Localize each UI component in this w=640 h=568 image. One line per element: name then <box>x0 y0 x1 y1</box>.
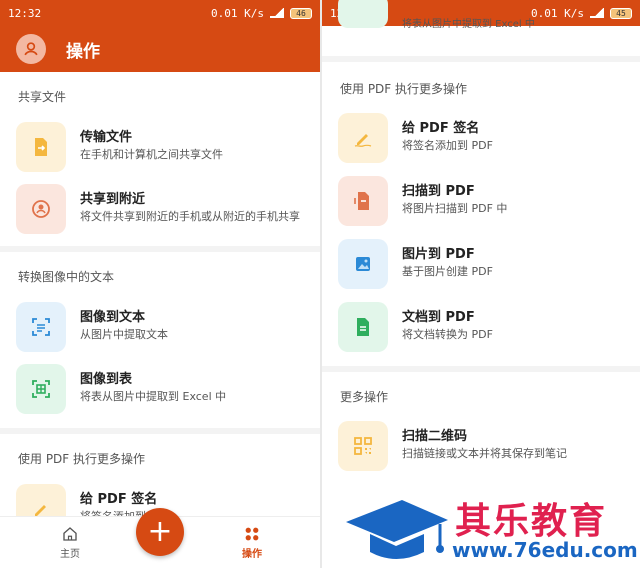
item-title: 图像到文本 <box>80 310 146 325</box>
watermark: 其乐教育 www.76edu.com <box>340 490 640 568</box>
transfer-file-icon <box>16 122 66 172</box>
speed-value: 0.01 <box>211 6 238 20</box>
item-title: 图片到 PDF <box>402 247 475 262</box>
nav-actions[interactable]: 操作 <box>222 525 282 560</box>
speed-unit: K/s <box>244 6 264 20</box>
plus-icon: + <box>147 514 173 549</box>
avatar[interactable] <box>16 34 46 64</box>
item-subtitle: 将表从图片中提取到 Excel 中 <box>80 390 227 403</box>
item-subtitle: 将文档转换为 PDF <box>402 328 493 341</box>
network-speed: 0.01 K/s <box>211 7 264 20</box>
item-title: 图像到表 <box>80 372 133 387</box>
item-title: 文档到 PDF <box>402 310 475 325</box>
item-subtitle: 在手机和计算机之间共享文件 <box>80 148 223 161</box>
item-title: 传输文件 <box>80 130 133 145</box>
nav-home[interactable]: 主页 <box>40 525 100 560</box>
action-image-to-table-partial[interactable]: 将表从图片中提取到 Excel 中 <box>338 0 632 32</box>
action-image-to-text[interactable]: 图像到文本 从图片中提取文本 <box>16 302 312 352</box>
battery-icon: 46 <box>290 7 312 19</box>
image-to-table-icon <box>16 364 66 414</box>
item-subtitle: 将文件共享到附近的手机或从附近的手机共享 <box>80 210 300 223</box>
item-subtitle: 将表从图片中提取到 Excel 中 <box>402 19 535 30</box>
item-subtitle: 基于图片创建 PDF <box>402 265 493 278</box>
home-icon <box>63 527 77 541</box>
section-title-pdf: 使用 PDF 执行更多操作 <box>18 452 146 466</box>
page-title: 操作 <box>66 41 100 62</box>
action-scan-to-pdf[interactable]: 扫描到 PDF 将图片扫描到 PDF 中 <box>338 176 632 226</box>
section-title-convert: 转换图像中的文本 <box>18 270 115 284</box>
signal-icon <box>270 8 284 18</box>
image-to-text-icon <box>16 302 66 352</box>
nav-home-label: 主页 <box>60 549 80 560</box>
item-title: 给 PDF 签名 <box>402 121 480 136</box>
action-doc-to-pdf[interactable]: 文档到 PDF 将文档转换为 PDF <box>338 302 632 352</box>
add-button[interactable]: + <box>136 508 184 556</box>
action-scan-qr[interactable]: 扫描二维码 扫描链接或文本并将其保存到笔记 <box>338 421 632 471</box>
item-subtitle: 从图片中提取文本 <box>80 328 168 341</box>
right-screen: 12:32 0.01 K/s 45 将表从图片中提取到 Excel 中 使用 P… <box>322 0 640 568</box>
share-nearby-icon <box>16 184 66 234</box>
watermark-url: www.76edu.com <box>452 538 638 562</box>
scan-to-pdf-icon <box>338 176 388 226</box>
section-title-more: 更多操作 <box>340 390 389 404</box>
section-divider <box>322 56 640 62</box>
image-to-pdf-icon <box>338 239 388 289</box>
sign-pdf-icon <box>338 113 388 163</box>
item-title: 扫描二维码 <box>402 429 468 444</box>
watermark-brand: 其乐教育 <box>455 501 608 542</box>
section-title-pdf: 使用 PDF 执行更多操作 <box>340 82 468 96</box>
action-transfer-file[interactable]: 传输文件 在手机和计算机之间共享文件 <box>16 122 312 172</box>
doc-to-pdf-icon <box>338 302 388 352</box>
status-time: 12:32 <box>8 6 42 20</box>
action-sign-pdf[interactable]: 给 PDF 签名 将签名添加到 PDF <box>338 113 632 163</box>
section-divider <box>0 246 320 252</box>
qr-code-icon <box>338 421 388 471</box>
nav-actions-label: 操作 <box>242 549 262 560</box>
item-subtitle: 将图片扫描到 PDF 中 <box>402 202 508 215</box>
status-bar: 12:32 0.01 K/s 46 <box>0 0 320 26</box>
app-bar: 操作 <box>0 26 320 72</box>
section-divider <box>0 428 320 434</box>
left-screen: 12:32 0.01 K/s 46 操作 共享文件 传输文件 在手机和计算机之间… <box>0 0 320 568</box>
action-image-to-pdf[interactable]: 图片到 PDF 基于图片创建 PDF <box>338 239 632 289</box>
action-image-to-table[interactable]: 图像到表 将表从图片中提取到 Excel 中 <box>16 364 312 414</box>
graduation-cap-icon <box>346 500 448 559</box>
user-icon <box>24 42 38 56</box>
section-title-share: 共享文件 <box>18 90 67 104</box>
section-divider <box>322 366 640 372</box>
item-subtitle: 扫描链接或文本并将其保存到笔记 <box>402 447 567 460</box>
item-title: 扫描到 PDF <box>402 184 475 199</box>
action-share-nearby[interactable]: 共享到附近 将文件共享到附近的手机或从附近的手机共享 <box>16 184 312 234</box>
grid-dots-icon <box>245 527 259 541</box>
item-title: 共享到附近 <box>80 192 146 207</box>
item-subtitle: 将签名添加到 PDF <box>402 139 493 152</box>
image-to-table-icon <box>338 0 388 28</box>
item-title: 给 PDF 签名 <box>80 492 158 507</box>
